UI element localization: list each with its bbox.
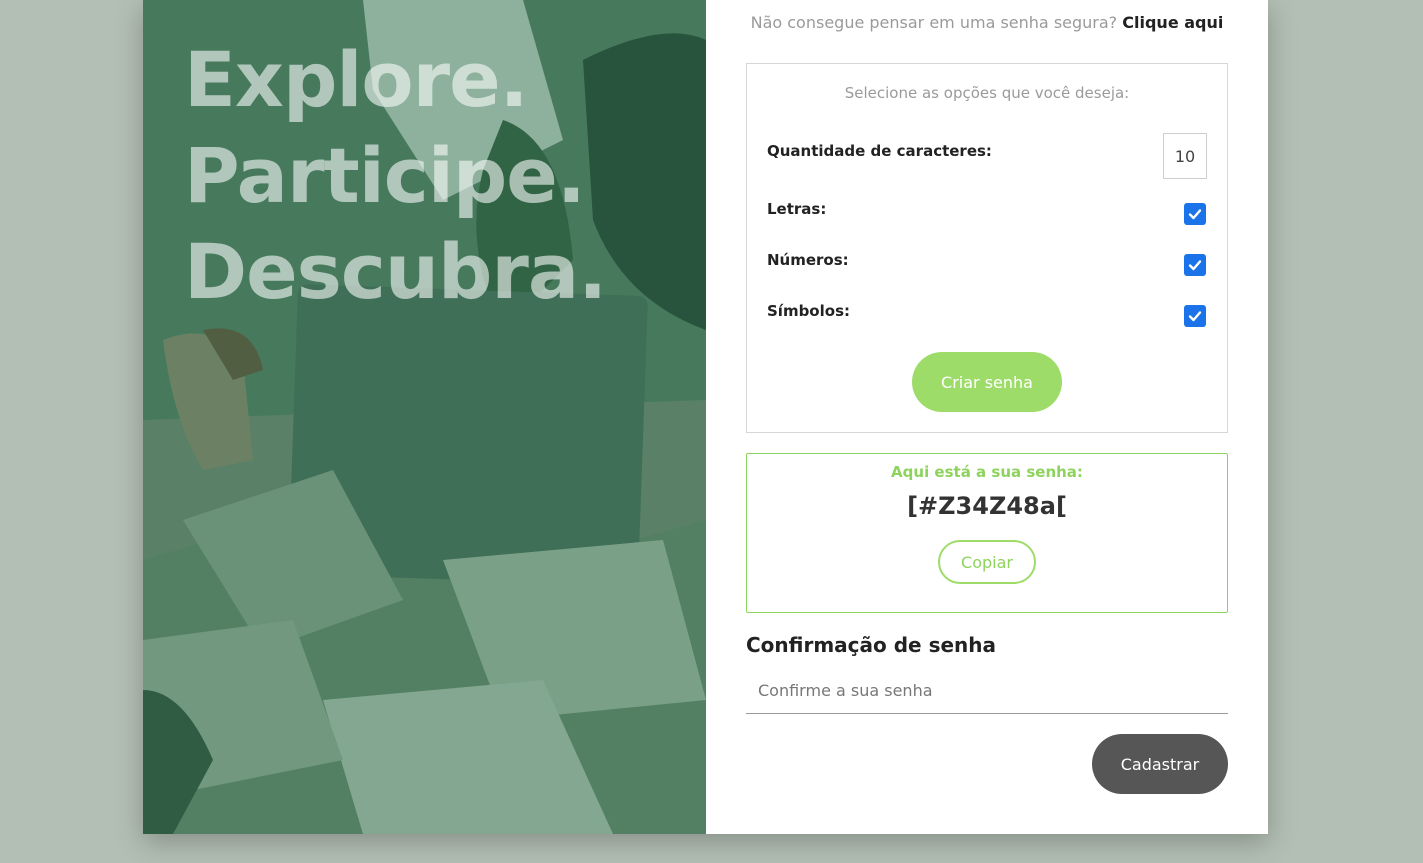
symbols-label: Símbolos: [767, 302, 850, 320]
password-form: Não consegue pensar em uma senha segura?… [706, 0, 1268, 834]
numbers-checkbox[interactable] [1184, 254, 1206, 276]
password-options-panel: Selecione as opções que você deseja: Qua… [746, 63, 1228, 433]
result-title: Aqui está a sua senha: [891, 463, 1083, 481]
hero-panel: Explore. Participe. Descubra. [143, 0, 706, 834]
slogan-line-2: Participe. [184, 131, 586, 220]
slogan-line-1: Explore. [184, 35, 529, 124]
hero-slogan: Explore. Participe. Descubra. [184, 32, 607, 320]
length-label: Quantidade de caracteres: [767, 142, 992, 160]
signup-card: Explore. Participe. Descubra. Não conseg… [143, 0, 1268, 834]
generated-password-panel: Aqui está a sua senha: [#Z34Z48a[ Copiar [746, 453, 1228, 613]
check-icon [1188, 260, 1202, 271]
confirm-title: Confirmação de senha [746, 633, 997, 657]
hint-text: Não consegue pensar em uma senha segura? [750, 13, 1118, 32]
password-hint: Não consegue pensar em uma senha segura?… [706, 13, 1268, 32]
check-icon [1188, 311, 1202, 322]
symbols-checkbox[interactable] [1184, 305, 1206, 327]
length-input[interactable] [1163, 133, 1207, 179]
generated-password: [#Z34Z48a[ [907, 492, 1067, 520]
numbers-label: Números: [767, 251, 849, 269]
slogan-line-3: Descubra. [184, 227, 607, 316]
options-header: Selecione as opções que você deseja: [844, 84, 1130, 102]
check-icon [1188, 209, 1202, 220]
hint-link[interactable]: Clique aqui [1122, 13, 1223, 32]
letters-label: Letras: [767, 200, 827, 218]
confirm-password-input[interactable] [746, 667, 1228, 714]
letters-checkbox[interactable] [1184, 203, 1206, 225]
copy-button[interactable]: Copiar [938, 540, 1036, 584]
submit-button[interactable]: Cadastrar [1092, 734, 1228, 794]
create-password-button[interactable]: Criar senha [912, 352, 1062, 412]
